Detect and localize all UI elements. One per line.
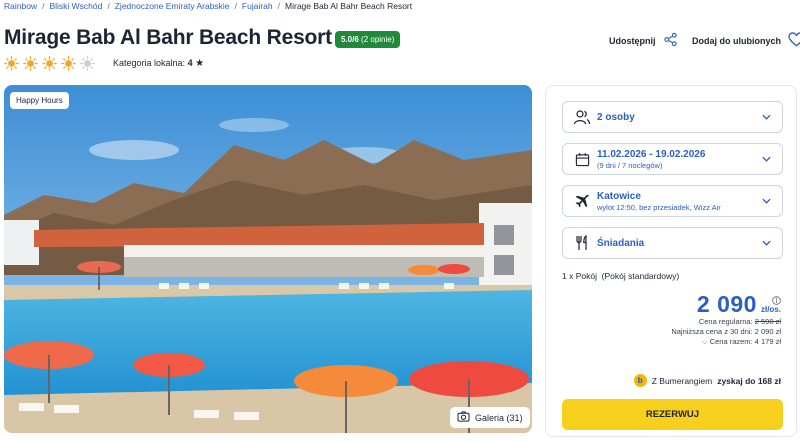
category-value: 4 bbox=[187, 58, 193, 68]
rating-badge[interactable]: 5.0/6 (2 opinie) bbox=[335, 31, 401, 48]
meals-select[interactable]: Śniadania bbox=[562, 227, 783, 259]
happy-hours-badge: Happy Hours bbox=[10, 92, 69, 109]
persons-value: 2 osoby bbox=[597, 111, 635, 123]
bumerang-value: zyskaj do 168 zł bbox=[717, 375, 781, 386]
sun-filled-icon bbox=[23, 56, 38, 71]
rating-count: (2 opinie) bbox=[361, 35, 395, 44]
favorite-button[interactable]: Dodaj do ulubionych bbox=[692, 32, 800, 49]
departure-select[interactable]: Katowice wylot 12:50, bez przesiadek, Wi… bbox=[562, 185, 783, 217]
chevron-down-icon bbox=[760, 240, 772, 246]
regular-price-label: Cena regularna: bbox=[698, 317, 753, 326]
sun-filled-icon bbox=[61, 56, 76, 71]
breadcrumb-link-region[interactable]: Bliski Wschód bbox=[49, 1, 102, 11]
dates-duration: (9 dni / 7 noclegów) bbox=[597, 160, 663, 170]
total-price-label: Cena razem: bbox=[709, 337, 753, 346]
booking-panel: 2 osoby 11.02.2026 - 19.02.2026 (9 dni /… bbox=[545, 85, 797, 437]
breadcrumb-link-city[interactable]: Fujairah bbox=[242, 1, 273, 11]
chevron-down-icon bbox=[760, 156, 772, 162]
share-label: Udostępnij bbox=[609, 35, 656, 46]
total-price[interactable]: ⌵ Cena razem: 4 179 zł bbox=[702, 337, 781, 347]
sun-filled-icon bbox=[42, 56, 57, 71]
persons-select[interactable]: 2 osoby bbox=[562, 101, 783, 133]
breadcrumb-link-country[interactable]: Zjednoczone Emiraty Arabskie bbox=[115, 1, 230, 11]
breadcrumb-separator: / bbox=[107, 1, 110, 11]
heart-icon bbox=[788, 32, 800, 49]
gallery-button[interactable]: Galeria (31) bbox=[450, 407, 530, 428]
breadcrumb-separator: / bbox=[42, 1, 45, 11]
departure-details: wylot 12:50, bez przesiadek, Wizz Air bbox=[597, 202, 721, 212]
regular-price: Cena regularna: 2 590 zł bbox=[699, 317, 781, 326]
camera-icon bbox=[457, 411, 470, 424]
chevron-down-icon bbox=[760, 198, 772, 204]
lowest-price-label: Najniższa cena z 30 dni: bbox=[671, 327, 753, 336]
favorite-label: Dodaj do ulubionych bbox=[692, 35, 781, 46]
bumerang-icon: b bbox=[633, 374, 647, 387]
breadcrumb-current: Mirage Bab Al Bahr Beach Resort bbox=[285, 1, 413, 11]
persons-icon bbox=[571, 109, 593, 125]
lowest-price-value: 2 090 zł bbox=[754, 327, 781, 336]
price-unit: zł/os. bbox=[760, 305, 781, 314]
share-button[interactable]: Udostępnij bbox=[609, 32, 678, 49]
dates-select[interactable]: 11.02.2026 - 19.02.2026 (9 dni / 7 nocle… bbox=[562, 143, 783, 175]
breadcrumb-separator: / bbox=[277, 1, 281, 11]
total-price-value: 4 179 zł bbox=[754, 337, 781, 346]
bumerang-promo: b Z Bumerangiem zyskaj do 168 zł bbox=[633, 374, 781, 387]
category-label: Kategoria lokalna: bbox=[113, 58, 186, 68]
room-info: 1 x Pokój (Pokój standardowy) bbox=[562, 271, 680, 281]
breadcrumb-separator: / bbox=[234, 1, 237, 11]
chevron-down-icon: ⌵ bbox=[701, 337, 708, 346]
meals-value: Śniadania bbox=[597, 237, 645, 249]
sun-empty-icon bbox=[80, 56, 95, 71]
rating-score: 5.0/6 bbox=[341, 35, 359, 44]
regular-price-value: 2 590 zł bbox=[754, 317, 781, 326]
breadcrumb-link-rainbow[interactable]: Rainbow bbox=[4, 1, 37, 11]
departure-value: Katowice bbox=[597, 190, 641, 202]
local-category: Kategoria lokalna: 4 ★ bbox=[113, 58, 204, 69]
share-icon bbox=[663, 32, 678, 49]
price-value: 2 090 bbox=[696, 291, 757, 317]
reserve-button[interactable]: REZERWUJ bbox=[562, 399, 783, 430]
sun-rating bbox=[4, 56, 95, 71]
page-title: Mirage Bab Al Bahr Beach Resort bbox=[4, 26, 332, 49]
plane-icon bbox=[571, 193, 593, 209]
bumerang-text: Z Bumerangiem bbox=[651, 375, 713, 386]
chevron-down-icon bbox=[760, 114, 772, 120]
gallery-label: Galeria (31) bbox=[475, 412, 523, 423]
dates-value: 11.02.2026 - 19.02.2026 bbox=[597, 148, 706, 160]
hotel-photo[interactable] bbox=[4, 85, 532, 433]
price-block: 2 090 zł/os. bbox=[697, 291, 781, 318]
breadcrumb: Rainbow / Bliski Wschód / Zjednoczone Emirat… bbox=[4, 1, 412, 11]
star-icon: ★ bbox=[195, 58, 205, 69]
calendar-icon bbox=[571, 152, 593, 167]
lowest-price: Najniższa cena z 30 dni: 2 090 zł bbox=[671, 327, 781, 336]
cutlery-icon bbox=[571, 235, 593, 251]
sun-filled-icon bbox=[4, 56, 19, 71]
